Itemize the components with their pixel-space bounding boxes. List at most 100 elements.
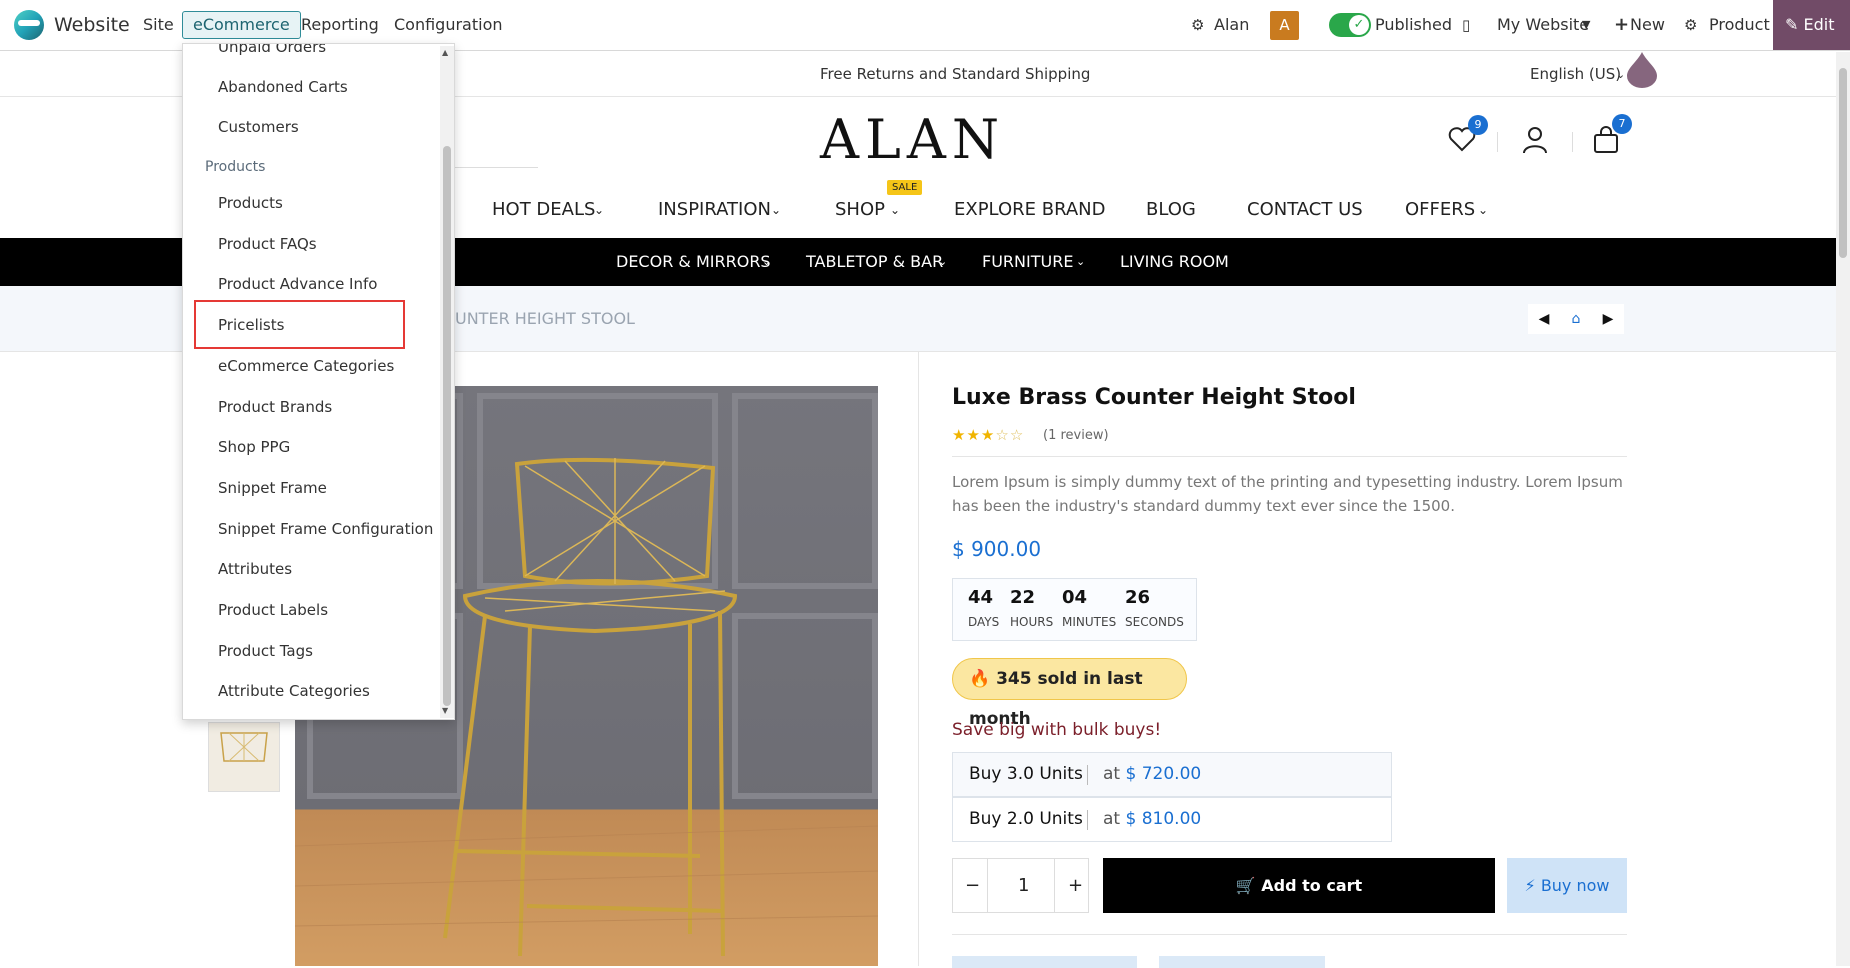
divider xyxy=(1054,859,1055,912)
menu-item-product-advance-info[interactable]: Product Advance Info xyxy=(218,274,377,294)
menu-item-products[interactable]: Products xyxy=(218,193,283,213)
chevron-down-icon[interactable]: ▼ xyxy=(1582,0,1590,50)
nav-inspiration[interactable]: INSPIRATION xyxy=(658,190,771,230)
review-count[interactable]: (1 review) xyxy=(1043,428,1109,443)
add-to-cart-label: Add to cart xyxy=(1261,876,1363,895)
edit-button[interactable]: ✎ Edit xyxy=(1773,0,1850,50)
buy-now-button[interactable]: ⚡ Buy now xyxy=(1507,858,1627,913)
bulk-units: Buy 3.0 Units xyxy=(969,764,1083,784)
fire-icon: 🔥 xyxy=(969,669,991,689)
quantity-stepper: − 1 + xyxy=(952,858,1089,913)
bulk-buy-title: Save big with bulk buys! xyxy=(952,720,1162,740)
pencil-icon: ✎ xyxy=(1785,15,1799,34)
new-button[interactable]: New xyxy=(1630,0,1665,50)
subnav-furniture[interactable]: FURNITURE xyxy=(982,238,1073,286)
bulk-price: $ 810.00 xyxy=(1125,809,1202,829)
countdown-timer: 44 DAYS 22 HOURS 04 MINUTES 26 SECONDS xyxy=(952,578,1197,641)
menu-item-product-faqs[interactable]: Product FAQs xyxy=(218,234,317,254)
subnav-living-room[interactable]: LIVING ROOM xyxy=(1120,238,1229,286)
product-price: $ 900.00 xyxy=(952,537,1042,561)
gear-icon[interactable]: ⚙ xyxy=(1191,0,1204,50)
language-selector[interactable]: English (US) xyxy=(1530,52,1621,97)
app-name[interactable]: Website xyxy=(54,0,130,50)
secondary-button[interactable] xyxy=(952,956,1137,968)
menu-ecommerce[interactable]: eCommerce xyxy=(182,11,301,39)
bulk-at-label: at xyxy=(1103,764,1121,784)
subnav-tabletop-bar[interactable]: TABLETOP & BAR xyxy=(806,238,943,286)
plus-icon[interactable]: + xyxy=(1614,0,1629,50)
qty-plus-button[interactable]: + xyxy=(1068,859,1083,912)
bulk-price-line: at $ 810.00 xyxy=(1103,798,1201,841)
timer-days-label: DAYS xyxy=(968,615,1000,629)
page-scrollbar-thumb[interactable] xyxy=(1839,68,1847,258)
menu-item-attribute-categories[interactable]: Attribute Categories xyxy=(218,681,370,701)
chevron-down-icon[interactable]: ⌄ xyxy=(1616,52,1625,97)
mobile-icon[interactable]: ▯ xyxy=(1462,0,1470,50)
sold-count-badge: 🔥 345 sold in last month xyxy=(952,658,1187,729)
nav-offers[interactable]: OFFERS xyxy=(1405,190,1475,230)
menu-item-product-labels[interactable]: Product Labels xyxy=(218,600,328,620)
next-arrow-icon[interactable]: ▶ xyxy=(1592,304,1624,334)
star-empty-icon: ☆ xyxy=(995,426,1010,444)
timer-hours: 22 xyxy=(1010,587,1036,608)
header-divider xyxy=(1572,132,1573,152)
menu-item-ecommerce-categories[interactable]: eCommerce Categories xyxy=(218,356,394,376)
menu-item-attributes[interactable]: Attributes xyxy=(218,559,292,579)
prev-arrow-icon[interactable]: ◀ xyxy=(1528,304,1560,334)
user-name[interactable]: Alan xyxy=(1214,0,1249,50)
qty-input[interactable]: 1 xyxy=(1018,859,1029,912)
star-filled-icon: ★ xyxy=(966,426,981,444)
logo-wave-shape xyxy=(18,20,40,26)
menu-item-customers[interactable]: Customers xyxy=(218,117,299,137)
bulk-at-label: at xyxy=(1103,809,1121,829)
menu-item-snippet-frame-configuration[interactable]: Snippet Frame Configuration xyxy=(218,519,433,539)
menu-item-product-tags[interactable]: Product Tags xyxy=(218,641,313,661)
bulk-option[interactable]: Buy 2.0 Units at $ 810.00 xyxy=(952,797,1392,842)
nav-contact-us[interactable]: CONTACT US xyxy=(1247,190,1363,230)
scroll-down-icon[interactable]: ▼ xyxy=(442,706,448,715)
gear-icon[interactable]: ⚙ xyxy=(1684,0,1697,50)
drop-icon[interactable] xyxy=(1627,52,1657,88)
nav-shop[interactable]: SHOP xyxy=(835,190,885,230)
bulk-option[interactable]: Buy 3.0 Units at $ 720.00 xyxy=(952,752,1392,797)
website-selector[interactable]: My Website xyxy=(1497,0,1589,50)
home-icon[interactable]: ⌂ xyxy=(1560,304,1592,334)
menu-item-snippet-frame[interactable]: Snippet Frame xyxy=(218,478,327,498)
divider xyxy=(952,456,1627,457)
divider xyxy=(1087,810,1088,830)
chevron-down-icon: ⌄ xyxy=(771,203,782,217)
product-title: Luxe Brass Counter Height Stool xyxy=(952,385,1356,410)
nav-blog[interactable]: BLOG xyxy=(1146,190,1196,230)
bulk-units: Buy 2.0 Units xyxy=(969,809,1083,829)
timer-seconds-label: SECONDS xyxy=(1125,615,1184,629)
chevron-down-icon: ⌄ xyxy=(594,203,605,217)
menu-item-abandoned-carts[interactable]: Abandoned Carts xyxy=(218,77,348,97)
timer-minutes: 04 xyxy=(1062,587,1088,608)
subnav-decor-mirrors[interactable]: DECOR & MIRRORS xyxy=(616,238,771,286)
qty-minus-button[interactable]: − xyxy=(965,859,980,912)
brand-logo[interactable]: ALAN xyxy=(820,108,1005,171)
avatar[interactable]: A xyxy=(1270,11,1299,40)
nav-explore-brand[interactable]: EXPLORE BRAND xyxy=(954,190,1105,230)
star-empty-icon: ☆ xyxy=(1009,426,1025,444)
search-underline xyxy=(455,167,538,168)
secondary-button[interactable] xyxy=(1159,956,1325,968)
check-icon: ✓ xyxy=(1349,15,1369,35)
menu-item-shop-ppg[interactable]: Shop PPG xyxy=(218,437,290,457)
product-thumbnail[interactable] xyxy=(208,722,280,792)
timer-seconds: 26 xyxy=(1125,587,1151,608)
user-icon[interactable] xyxy=(1522,126,1548,154)
product-button[interactable]: Product xyxy=(1709,0,1770,50)
menu-site[interactable]: Site xyxy=(143,0,174,50)
rating-stars[interactable]: ★★★☆☆ xyxy=(952,426,1024,444)
published-label[interactable]: Published xyxy=(1375,0,1452,50)
menu-scrollbar-thumb[interactable] xyxy=(443,146,451,706)
add-to-cart-button[interactable]: 🛒 Add to cart xyxy=(1103,858,1495,913)
chevron-down-icon: ⌄ xyxy=(938,255,948,268)
cart-icon: 🛒 xyxy=(1235,876,1256,895)
menu-item-product-brands[interactable]: Product Brands xyxy=(218,397,332,417)
menu-item-unpaid-orders[interactable]: Unpaid Orders xyxy=(218,44,326,57)
nav-hot-deals[interactable]: HOT DEALS xyxy=(492,190,595,230)
header-divider xyxy=(1497,132,1498,152)
scroll-up-icon[interactable]: ▲ xyxy=(442,48,448,57)
